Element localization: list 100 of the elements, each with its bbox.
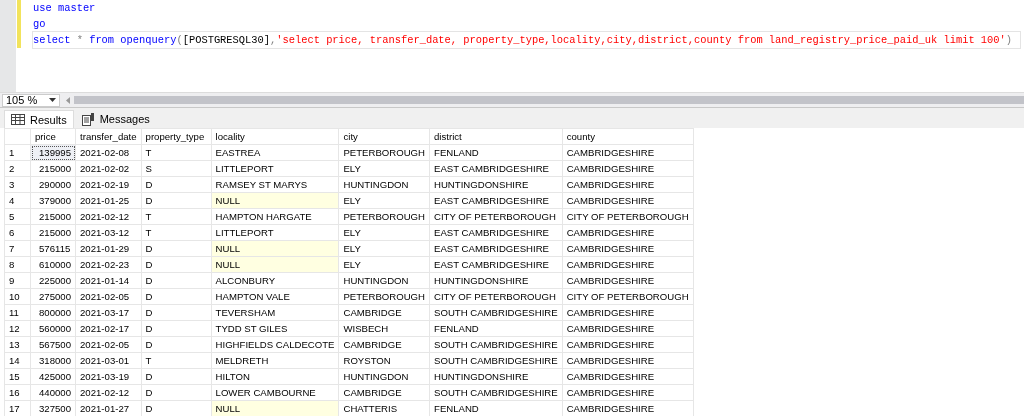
row-number[interactable]: 13 [4,336,31,353]
row-number[interactable]: 8 [4,256,31,273]
row-number[interactable]: 7 [4,240,31,257]
table-cell: 215000 [30,208,76,225]
code-line: go [33,17,46,32]
table-cell: 2021-03-19 [75,368,142,385]
table-cell: T [141,144,212,161]
row-number[interactable]: 15 [4,368,31,385]
table-cell: S [141,160,212,177]
table-cell: D [141,240,212,257]
table-cell: ELY [338,160,430,177]
table-cell: SOUTH CAMBRIDGESHIRE [429,336,563,353]
table-cell: 425000 [30,368,76,385]
column-header[interactable]: transfer_date [75,128,142,145]
table-cell: CAMBRIDGE [338,336,430,353]
table-cell: FENLAND [429,320,563,337]
table-cell: 2021-02-17 [75,320,142,337]
table-cell: LOWER CAMBOURNE [211,384,339,401]
table-cell: 318000 [30,352,76,369]
table-cell: 2021-01-25 [75,192,142,209]
table-cell: CAMBRIDGESHIRE [562,224,694,241]
table-cell: CAMBRIDGESHIRE [562,304,694,321]
table-cell: CITY OF PETERBOROUGH [429,208,563,225]
row-number[interactable]: 16 [4,384,31,401]
table-cell: 2021-03-12 [75,224,142,241]
table-cell: CAMBRIDGESHIRE [562,384,694,401]
zoom-dropdown[interactable]: 105 % [2,93,60,107]
table-cell: TYDD ST GILES [211,320,339,337]
row-number[interactable]: 14 [4,352,31,369]
table-cell: 225000 [30,272,76,289]
row-number[interactable]: 12 [4,320,31,337]
row-number[interactable]: 3 [4,176,31,193]
results-tab[interactable]: Results [4,110,74,128]
table-cell: D [141,368,212,385]
table-cell: T [141,352,212,369]
table-cell: D [141,288,212,305]
row-number[interactable]: 6 [4,224,31,241]
table-cell: ELY [338,256,430,273]
table-cell: CAMBRIDGESHIRE [562,336,694,353]
table-cell: CAMBRIDGESHIRE [562,160,694,177]
row-number[interactable]: 9 [4,272,31,289]
table-cell: 2021-01-29 [75,240,142,257]
caret-icon [49,98,56,102]
table-cell: CAMBRIDGESHIRE [562,272,694,289]
table-cell: 567500 [30,336,76,353]
grid-icon [11,114,25,125]
row-number[interactable]: 5 [4,208,31,225]
table-cell: 2021-02-12 [75,384,142,401]
column-header[interactable]: locality [211,128,339,145]
table-cell: PETERBOROUGH [338,288,430,305]
table-cell: D [141,272,212,289]
table-cell: 2021-02-05 [75,336,142,353]
row-number[interactable]: 11 [4,304,31,321]
table-cell: ELY [338,224,430,241]
table-cell: 2021-01-14 [75,272,142,289]
column-header[interactable]: district [429,128,563,145]
table-cell: WISBECH [338,320,430,337]
column-header[interactable]: city [338,128,430,145]
table-cell: SOUTH CAMBRIDGESHIRE [429,352,563,369]
table-cell: TEVERSHAM [211,304,339,321]
table-cell: CITY OF PETERBOROUGH [562,208,694,225]
row-number[interactable]: 17 [4,400,31,416]
table-cell: HUNTINGDON [338,176,430,193]
row-number[interactable]: 4 [4,192,31,209]
table-cell: T [141,208,212,225]
scroll-left-icon[interactable] [66,96,70,104]
code-line: select * from openquery([POSTGRESQL30],'select price, transfer_date, property_type,locality,city,district,county from land_registry_price_paid_uk limit 100') [33,32,1020,48]
table-cell: PETERBOROUGH [338,144,430,161]
row-number[interactable]: 1 [4,144,31,161]
column-header[interactable]: price [30,128,76,145]
table-cell: EAST CAMBRIDGESHIRE [429,256,563,273]
table-cell: HUNTINGDONSHIRE [429,176,563,193]
table-cell: 379000 [30,192,76,209]
table-cell: 440000 [30,384,76,401]
table-cell: 215000 [30,224,76,241]
table-cell: ALCONBURY [211,272,339,289]
row-number[interactable]: 2 [4,160,31,177]
table-cell: 2021-02-02 [75,160,142,177]
table-cell: HUNTINGDON [338,272,430,289]
table-cell: HUNTINGDONSHIRE [429,272,563,289]
table-cell: CAMBRIDGESHIRE [562,240,694,257]
table-cell: 275000 [30,288,76,305]
table-cell: CAMBRIDGESHIRE [562,144,694,161]
column-header[interactable]: county [562,128,694,145]
table-cell: MELDRETH [211,352,339,369]
table-cell: CAMBRIDGE [338,384,430,401]
table-cell: D [141,384,212,401]
table-cell: EAST CAMBRIDGESHIRE [429,192,563,209]
table-cell: ROYSTON [338,352,430,369]
table-cell: EAST CAMBRIDGESHIRE [429,160,563,177]
table-cell: CITY OF PETERBOROUGH [562,288,694,305]
column-header[interactable]: property_type [141,128,212,145]
table-cell: PETERBOROUGH [338,208,430,225]
table-cell: D [141,256,212,273]
table-cell: SOUTH CAMBRIDGESHIRE [429,304,563,321]
table-cell: 800000 [30,304,76,321]
table-cell: 290000 [30,176,76,193]
table-cell: CAMBRIDGESHIRE [562,352,694,369]
table-cell: 576115 [30,240,76,257]
row-number[interactable]: 10 [4,288,31,305]
